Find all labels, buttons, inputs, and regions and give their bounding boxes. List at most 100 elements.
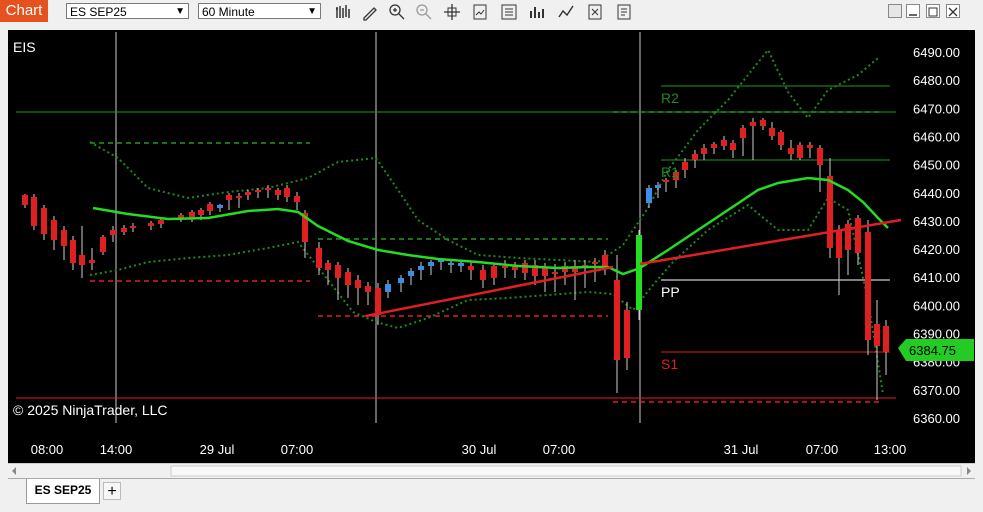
price-tick-label: 6440.00 (913, 186, 960, 201)
instrument-label: EIS (13, 39, 36, 55)
candle-down (468, 266, 474, 270)
candle-down (624, 310, 630, 358)
candle-down (345, 272, 351, 285)
maximize-icon[interactable] (926, 4, 940, 18)
scroll-thumb[interactable] (170, 465, 962, 477)
price-tick-label: 6470.00 (913, 101, 960, 116)
candle-down (284, 188, 290, 197)
candle-down (807, 145, 813, 148)
zoom-in-icon[interactable] (388, 3, 406, 21)
candle-down (61, 230, 67, 246)
candle-down (760, 120, 766, 126)
price-tick-label: 6400.00 (913, 298, 960, 313)
lower-band (89, 196, 884, 395)
candle-up (458, 263, 464, 266)
time-tick-label: 29 Jul (200, 442, 235, 457)
price-tick-label: 6360.00 (913, 411, 960, 426)
time-tick-label: 31 Jul (724, 442, 759, 457)
copyright-text: © 2025 NinjaTrader, LLC (13, 402, 168, 418)
pivot-label-r2: R2 (661, 90, 679, 106)
properties-icon[interactable] (586, 3, 604, 21)
tab-es-sep25[interactable]: ES SEP25 (26, 479, 100, 504)
instrument-selector[interactable]: ES SEP25 ▼ (66, 3, 189, 19)
chevron-down-icon: ▼ (307, 6, 317, 17)
candle-down (100, 237, 106, 252)
chart-canvas[interactable]: EIS © 2025 NinjaTrader, LLC R2 R1 PP S1 … (8, 30, 975, 463)
candle-down (788, 148, 794, 154)
candle-down (592, 262, 598, 264)
candle-down (542, 268, 548, 276)
candle-down (79, 255, 85, 265)
restore-icon[interactable] (906, 4, 920, 18)
candle-down (865, 232, 871, 340)
candle-down (316, 248, 322, 268)
zoom-out-icon[interactable] (415, 3, 433, 21)
candle-down (480, 270, 486, 280)
candle-down (255, 190, 261, 192)
last-price-label: 6384.75 (909, 343, 956, 358)
candle-down (874, 324, 880, 346)
templates-icon[interactable] (615, 3, 633, 21)
candle-down (663, 180, 669, 182)
candle-down (294, 196, 300, 202)
horizontal-scrollbar[interactable] (8, 463, 975, 478)
crosshair-icon[interactable] (443, 3, 461, 21)
candle-up (217, 205, 223, 208)
candle-down (226, 195, 232, 200)
candle-down (158, 220, 164, 224)
candle-down (236, 196, 242, 198)
candle-down (701, 148, 707, 154)
candle-down (275, 190, 281, 195)
price-tick-label: 6490.00 (913, 45, 960, 60)
candle-down (130, 226, 136, 228)
candle-up (646, 188, 652, 203)
data-box-icon[interactable] (500, 3, 518, 21)
time-tick-label: 07:00 (543, 442, 576, 457)
chart-style-icon[interactable] (471, 3, 489, 21)
price-tick-label: 6410.00 (913, 270, 960, 285)
candle-down (740, 128, 746, 138)
candle-reversal (636, 235, 642, 310)
price-tick-label: 6420.00 (913, 242, 960, 257)
candle-down (325, 263, 331, 270)
interval-selector[interactable]: 60 Minute ▼ (198, 3, 321, 19)
candle-down (502, 266, 508, 268)
candle-down (827, 176, 833, 248)
bar-type-icon[interactable] (334, 3, 352, 21)
close-icon[interactable] (946, 4, 960, 18)
candle-down (797, 145, 803, 158)
instrument-value: ES SEP25 (70, 5, 127, 19)
candle-down (692, 154, 698, 160)
scroll-left-icon[interactable] (12, 467, 16, 475)
candle-down (207, 204, 213, 211)
candle-down (89, 260, 95, 263)
candle-down (711, 144, 717, 148)
time-tick-label: 08:00 (31, 442, 64, 457)
pivot-label-s1: S1 (661, 356, 678, 372)
minimize-icon[interactable] (888, 4, 902, 18)
pivot-label-r1: R1 (661, 164, 679, 180)
candle-down (365, 286, 371, 292)
candle-up (408, 271, 414, 276)
time-tick-label: 07:00 (806, 442, 839, 457)
candle-down (614, 280, 620, 360)
candle-down (750, 122, 756, 126)
time-tick-label: 14:00 (100, 442, 133, 457)
scroll-right-icon[interactable] (967, 467, 971, 475)
indicators-icon[interactable] (528, 3, 546, 21)
candle-up (398, 278, 404, 283)
title-bar: Chart ES SEP25 ▼ 60 Minute ▼ (0, 0, 983, 24)
time-tick-label: 13:00 (874, 442, 907, 457)
price-chart[interactable]: EIS © 2025 NinjaTrader, LLC R2 R1 PP S1 … (8, 30, 975, 463)
tab-bar: ES SEP25 + (8, 478, 975, 505)
candle-down (335, 265, 341, 278)
candle-down (778, 132, 784, 145)
candle-down (375, 288, 381, 315)
draw-tool-icon[interactable] (361, 3, 379, 21)
candle-down (31, 197, 37, 226)
add-tab-button[interactable]: + (103, 482, 121, 500)
strategies-icon[interactable] (557, 3, 575, 21)
trend-line (365, 265, 614, 318)
candle-down (552, 272, 558, 274)
upper-band (89, 48, 879, 264)
